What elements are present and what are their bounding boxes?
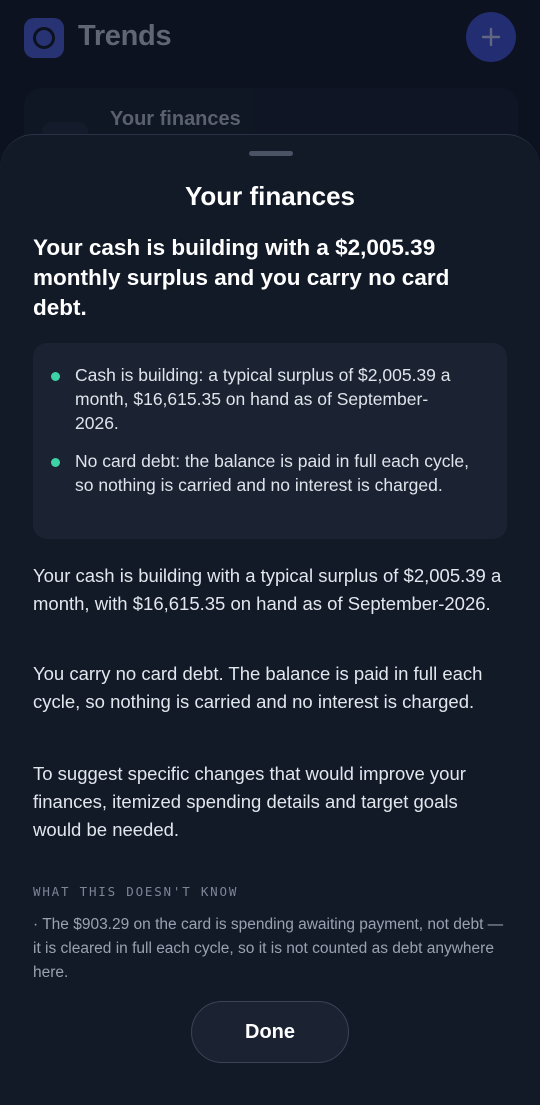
summary-bullet: Cash is building: a typical surplus of $…: [51, 363, 471, 435]
bullet-dot-icon: [51, 372, 60, 381]
sheet-headline: Your cash is building with a $2,005.39 m…: [33, 235, 450, 320]
body-paragraph: To suggest specific changes that would i…: [33, 763, 466, 840]
add-button[interactable]: [466, 12, 516, 62]
app-logo-icon: [24, 18, 64, 58]
body-paragraph: You carry no card debt. The balance is p…: [33, 663, 483, 712]
app-header: Trends: [0, 0, 540, 80]
sheet-grabber[interactable]: [249, 151, 293, 156]
summary-bullet: No card debt: the balance is paid in ful…: [51, 449, 471, 497]
summary-bullet-text: Cash is building: a typical surplus of $…: [75, 365, 451, 433]
finances-sheet: Your finances Your cash is building with…: [0, 134, 540, 1105]
app-title: Trends: [78, 20, 172, 52]
bullet-dot-icon: [51, 458, 60, 467]
body-paragraph: Your cash is building with a typical sur…: [33, 565, 502, 614]
caveats-heading: WHAT THIS DOESN'T KNOW: [33, 884, 239, 899]
sheet-title: Your finances: [184, 181, 355, 211]
done-button[interactable]: Done: [191, 1001, 349, 1063]
screen: Trends Your finances Your finances Your …: [0, 0, 540, 1105]
summary-box: Cash is building: a typical surplus of $…: [33, 343, 507, 539]
summary-bullet-text: No card debt: the balance is paid in ful…: [75, 451, 469, 495]
caveat-item: · The $903.29 on the card is spending aw…: [33, 916, 504, 981]
finances-card-title: Your finances: [110, 108, 241, 130]
plus-icon: [481, 27, 501, 47]
